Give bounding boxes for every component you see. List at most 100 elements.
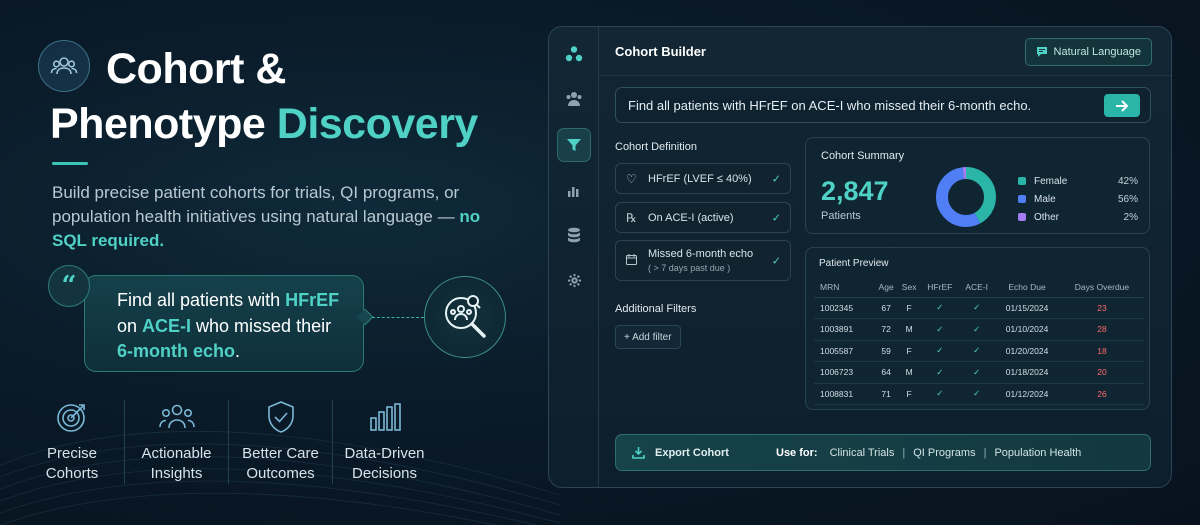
- column-header[interactable]: Echo Due: [994, 278, 1060, 298]
- column-header[interactable]: Sex: [897, 278, 921, 298]
- additional-filters-title: Additional Filters: [615, 303, 697, 315]
- app-title: Cohort Builder: [615, 44, 706, 59]
- check-icon: ✓: [771, 173, 781, 185]
- export-bar: Export Cohort Use for: Clinical Trials |…: [615, 434, 1151, 471]
- natural-language-button[interactable]: Natural Language: [1024, 38, 1152, 66]
- export-cohort-button[interactable]: Export Cohort: [632, 435, 729, 470]
- table-cell: ✓: [920, 383, 960, 405]
- settings-icon[interactable]: [557, 263, 591, 297]
- patient-count: 2,847: [821, 176, 889, 206]
- use-qi-programs[interactable]: QI Programs: [913, 447, 975, 459]
- users-icon[interactable]: [557, 82, 591, 116]
- table-cell: 71: [874, 383, 898, 405]
- table-cell: 28: [1059, 318, 1144, 341]
- check-icon: ✓: [771, 255, 781, 267]
- table-cell: F: [897, 297, 921, 319]
- criterion-hfref[interactable]: ♡ HFrEF (LVEF ≤ 40%) ✓: [615, 163, 791, 194]
- table-cell: 59: [874, 340, 898, 362]
- table-cell: 67: [874, 297, 898, 319]
- bar-chart-icon: [333, 400, 436, 434]
- table-cell: ✓: [959, 297, 995, 319]
- column-header[interactable]: HFrEF: [920, 278, 960, 298]
- table-cell: F: [897, 383, 921, 405]
- title-line-2: Phenotype Discovery: [50, 100, 478, 148]
- legend-label: Female: [1034, 175, 1068, 187]
- table-cell: 20: [1059, 361, 1144, 384]
- use-for-label: Use for:: [776, 446, 818, 459]
- logo-icon[interactable]: [557, 37, 591, 71]
- criterion-missed-echo[interactable]: Missed 6-month echo ( > 7 days past due …: [615, 240, 791, 281]
- table-row[interactable]: 1008831 71 F ✓ ✓ 01/12/2024 26: [814, 383, 1144, 405]
- table-row[interactable]: 1005587 59 F ✓ ✓ 01/20/2024 18: [814, 340, 1144, 362]
- check-icon: ✓: [771, 212, 781, 224]
- example-query-bubble: Find all patients with HFrEF on ACE-I wh…: [84, 275, 364, 372]
- target-icon: [20, 400, 124, 434]
- table-cell: 1005587: [814, 340, 875, 362]
- use-population-health[interactable]: Population Health: [994, 447, 1081, 459]
- table-cell: 01/10/2024: [994, 318, 1060, 341]
- query-input[interactable]: Find all patients with HFrEF on ACE-I wh…: [615, 87, 1151, 123]
- table-cell: 1002345: [814, 297, 875, 319]
- table-cell: 72: [874, 318, 898, 341]
- arrow-right-icon: [1116, 99, 1129, 112]
- table-cell: 1006723: [814, 361, 875, 384]
- sex-donut-chart: [936, 167, 996, 227]
- calendar-icon: [626, 253, 637, 268]
- heart-icon: ♡: [626, 171, 637, 186]
- quote-icon: “: [48, 265, 90, 307]
- cohort-builder-window: Cohort Builder Natural Language Find all…: [548, 26, 1172, 488]
- feature-list: Precise Cohorts Actionable Insights Bett…: [20, 400, 436, 484]
- quote-text: who missed their: [191, 315, 332, 336]
- table-cell: 23: [1059, 297, 1144, 319]
- cohort-definition-title: Cohort Definition: [615, 141, 697, 153]
- legend-pct: 42%: [1117, 175, 1138, 187]
- table-cell: ✓: [959, 361, 995, 384]
- add-filter-button[interactable]: + Add filter: [615, 325, 681, 349]
- table-cell: F: [897, 340, 921, 362]
- criterion-label: On ACE-I (active): [648, 211, 734, 224]
- header-divider: [599, 75, 1171, 76]
- legend-pct: 2%: [1123, 211, 1138, 223]
- table-cell: ✓: [959, 340, 995, 362]
- table-row[interactable]: 1006723 64 M ✓ ✓ 01/18/2024 20: [814, 361, 1144, 384]
- use-for-list: Use for: Clinical Trials | QI Programs |…: [776, 435, 1081, 470]
- submit-query-button[interactable]: [1104, 94, 1140, 117]
- table-cell: ✓: [920, 318, 960, 341]
- quote-text: on: [117, 315, 143, 336]
- download-icon: [632, 447, 645, 459]
- column-header[interactable]: Days Overdue: [1059, 278, 1144, 298]
- quote-text: .: [235, 341, 241, 361]
- shield-check-icon: [229, 400, 332, 434]
- column-header[interactable]: Age: [874, 278, 898, 298]
- criterion-ace-i[interactable]: ℞ On ACE-I (active) ✓: [615, 202, 791, 233]
- nl-button-label: Natural Language: [1053, 46, 1141, 58]
- legend-swatch: [1018, 195, 1026, 203]
- filter-icon[interactable]: [557, 128, 591, 162]
- table-row[interactable]: 1003891 72 M ✓ ✓ 01/10/2024 28: [814, 318, 1144, 341]
- use-clinical-trials[interactable]: Clinical Trials: [830, 447, 895, 459]
- database-icon[interactable]: [557, 218, 591, 252]
- separator: |: [983, 446, 987, 459]
- feature-label: Actionable Insights: [141, 445, 212, 482]
- quote-highlight-echo: 6-month echo: [117, 341, 236, 361]
- column-header[interactable]: ACE-I: [959, 278, 995, 298]
- table-cell: 01/12/2024: [994, 383, 1060, 405]
- hero-subtitle: Build precise patient cohorts for trials…: [52, 181, 512, 253]
- separator: |: [902, 446, 906, 459]
- table-cell: 64: [874, 361, 898, 384]
- table-cell: 01/15/2024: [994, 297, 1060, 319]
- title-divider: [52, 162, 88, 165]
- quote-highlight-acei: ACE-I: [142, 315, 192, 336]
- legend-label: Male: [1034, 193, 1056, 205]
- table-cell: M: [897, 361, 921, 384]
- column-header[interactable]: MRN: [814, 278, 875, 298]
- sidebar: [549, 27, 599, 487]
- table-row[interactable]: 1002345 67 F ✓ ✓ 01/15/2024 23: [814, 297, 1144, 319]
- feature-label: Better Care Outcomes: [242, 445, 319, 482]
- table-cell: 1003891: [814, 318, 875, 341]
- subtitle-text: Build precise patient cohorts for trials…: [52, 183, 460, 226]
- bar-chart-icon[interactable]: [557, 174, 591, 208]
- legend-pct: 56%: [1117, 193, 1138, 205]
- feature-actionable-insights: Actionable Insights: [124, 400, 228, 484]
- search-people-icon: [424, 276, 506, 358]
